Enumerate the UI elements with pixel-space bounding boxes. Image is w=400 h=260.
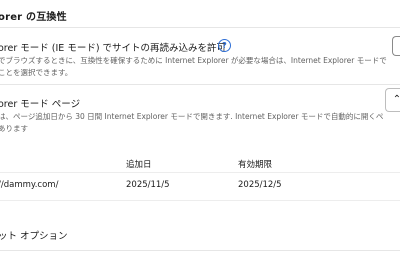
expiry-date: 2025/12/5 [238,180,282,190]
ie-reload-dropdown[interactable] [392,36,400,56]
section-divider [0,27,400,28]
table-row-divider [0,200,400,201]
section-title: orer の互換性 [0,12,67,23]
ie-pages-description-line2: あります [0,124,28,133]
ie-reload-description-line1: でブラウズするときに、互換性を確保するために Internet Explorer… [0,56,387,65]
help-circle-icon[interactable]: ? [218,39,231,52]
ie-reload-setting-title: orer モード (IE モード) でサイトの再読み込みを許可 [0,43,227,54]
column-header-expires: 有効期限 [238,160,273,170]
ie-pages-description-line1: は、ページ追加日から 30 日間 Internet Explorer モードで開… [0,112,384,121]
setting-divider [0,84,400,85]
added-date: 2025/11/5 [126,180,170,190]
column-header-added: 追加日 [126,160,152,170]
next-section-title: ット オプション [0,231,68,242]
add-page-button[interactable]: ⌃ [385,88,400,112]
bottom-divider [0,250,400,251]
page-url: //dammy.com/ [0,180,59,190]
settings-page: orer の互換性 orer モード (IE モード) でサイトの再読み込みを許… [0,0,400,260]
table-header-divider [0,172,400,173]
ie-pages-title: orer モード ページ [0,99,81,110]
ie-reload-description-line2: ことを選択できます。 [0,68,73,77]
